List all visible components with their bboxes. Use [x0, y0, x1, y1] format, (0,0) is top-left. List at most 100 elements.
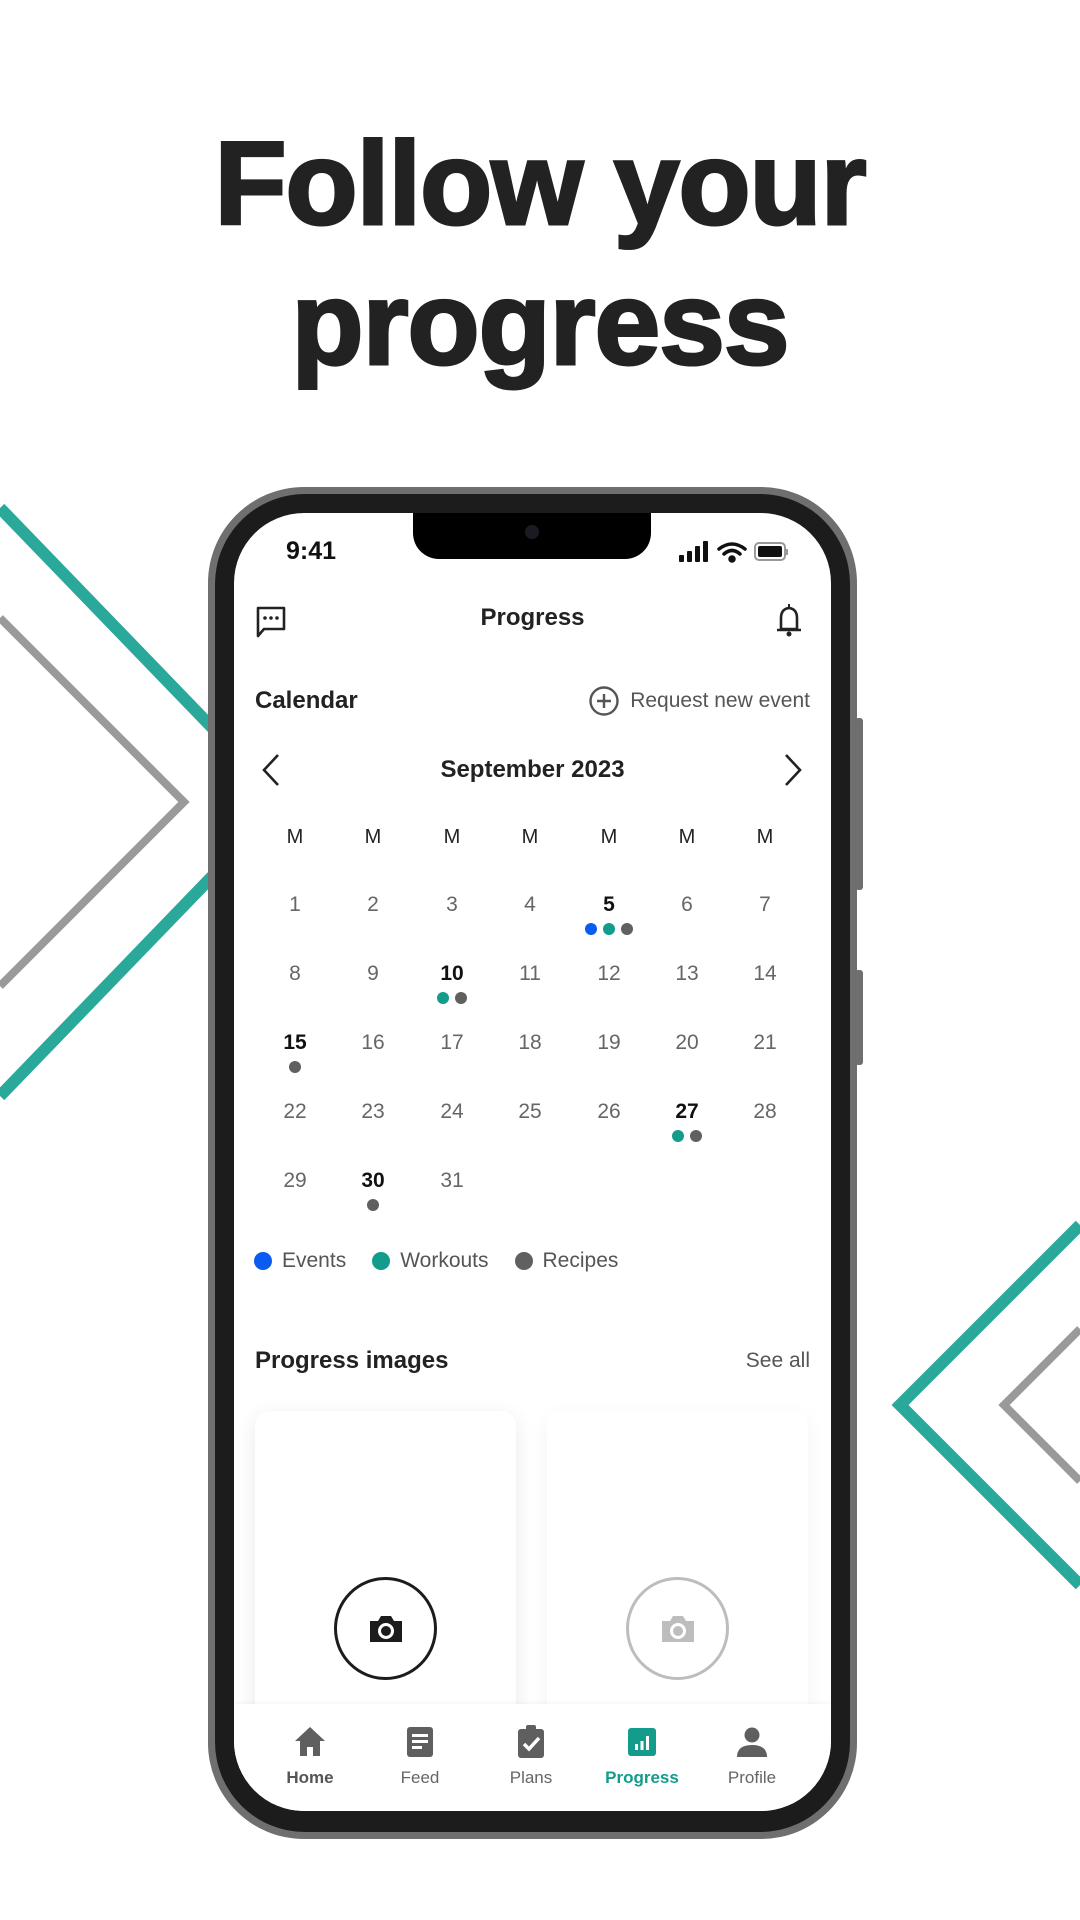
calendar-day[interactable]: 15: [265, 1031, 325, 1055]
headline-line-2: progress: [290, 257, 791, 392]
legend-item-recipes: Recipes: [514, 1249, 619, 1273]
weekday-label: M: [443, 826, 461, 848]
calendar-day[interactable]: 9: [343, 962, 403, 986]
camera-icon: [525, 525, 539, 539]
legend-dot: [254, 1252, 272, 1270]
calendar-day[interactable]: 24: [422, 1100, 482, 1124]
tab-label: Home: [286, 1768, 334, 1787]
calendar-day[interactable]: 14: [735, 962, 795, 986]
legend-dot: [514, 1252, 533, 1270]
clipboard-check-icon: [518, 1725, 544, 1758]
recipes-marker: [289, 1061, 301, 1073]
calendar-day[interactable]: 7: [735, 893, 795, 917]
calendar-day[interactable]: 19: [579, 1031, 639, 1055]
bottom-tab-bar: Home Feed Plans Progress Profile: [234, 1704, 831, 1811]
calendar-day[interactable]: 3: [422, 893, 482, 917]
tab-label: Progress: [605, 1768, 679, 1787]
calendar-day[interactable]: 11: [500, 962, 560, 986]
page-title: Progress: [480, 604, 585, 631]
phone-frame: 9:41 Progress Calendar Request new event…: [208, 487, 857, 1839]
app-screen: 9:41 Progress Calendar Request new event…: [234, 513, 831, 1811]
add-photo-button[interactable]: [334, 1577, 437, 1680]
request-new-event-button[interactable]: Request new event: [588, 685, 810, 717]
calendar-day[interactable]: 16: [343, 1031, 403, 1055]
home-icon: [295, 1727, 325, 1756]
weekday-label: M: [364, 826, 382, 848]
legend-item-events: Events: [254, 1249, 346, 1273]
weekday-label: M: [600, 826, 618, 848]
status-time: 9:41: [286, 537, 337, 565]
battery-icon: [754, 542, 788, 561]
calendar-day[interactable]: 6: [657, 893, 717, 917]
day-markers: [367, 1199, 379, 1211]
legend-label: Recipes: [542, 1249, 619, 1272]
camera-icon: [661, 1615, 694, 1642]
calendar-day[interactable]: 1: [265, 893, 325, 917]
chart-icon: [628, 1728, 656, 1756]
workouts-marker: [437, 992, 449, 1004]
calendar-day[interactable]: 29: [265, 1169, 325, 1193]
recipes-marker: [455, 992, 467, 1004]
calendar-day[interactable]: 31: [422, 1169, 482, 1193]
calendar-day[interactable]: 18: [500, 1031, 560, 1055]
tab-label: Plans: [509, 1768, 553, 1787]
tab-home[interactable]: Home: [260, 1724, 360, 1788]
workouts-marker: [672, 1130, 684, 1142]
request-new-event-label: Request new event: [630, 689, 810, 712]
recipes-marker: [621, 923, 633, 935]
tab-plans[interactable]: Plans: [481, 1724, 581, 1788]
calendar-day[interactable]: 4: [500, 893, 560, 917]
tab-feed[interactable]: Feed: [370, 1724, 470, 1788]
tab-label: Feed: [400, 1768, 440, 1787]
calendar-day[interactable]: 5: [579, 893, 639, 917]
weekday-label: M: [678, 826, 696, 848]
tab-profile[interactable]: Profile: [702, 1724, 802, 1788]
progress-images-title: Progress images: [255, 1347, 449, 1374]
workouts-marker: [603, 923, 615, 935]
calendar-day[interactable]: 12: [579, 962, 639, 986]
calendar-day[interactable]: 2: [343, 893, 403, 917]
events-marker: [585, 923, 597, 935]
calendar-day[interactable]: 17: [422, 1031, 482, 1055]
cellular-signal-icon: [679, 541, 708, 562]
day-markers: [289, 1061, 301, 1073]
status-icons: [679, 541, 788, 563]
legend-item-workouts: Workouts: [372, 1249, 489, 1273]
calendar-title: Calendar: [255, 687, 358, 714]
tab-progress[interactable]: Progress: [592, 1724, 692, 1788]
recipes-marker: [367, 1199, 379, 1211]
calendar-day[interactable]: 30: [343, 1169, 403, 1193]
legend-dot: [372, 1252, 391, 1270]
calendar-day[interactable]: 22: [265, 1100, 325, 1124]
see-all-link[interactable]: See all: [746, 1349, 810, 1373]
weekday-label: M: [756, 826, 774, 848]
feed-icon: [407, 1727, 433, 1757]
weekday-label: M: [521, 826, 539, 848]
wifi-icon: [717, 542, 747, 563]
teal-chevron-right: [891, 1220, 1080, 1590]
recipes-marker: [690, 1130, 702, 1142]
calendar-day[interactable]: 23: [343, 1100, 403, 1124]
calendar-day[interactable]: 28: [735, 1100, 795, 1124]
chevron-right-icon[interactable]: [782, 753, 804, 787]
camera-icon: [369, 1615, 402, 1642]
day-markers: [585, 923, 633, 935]
calendar-day[interactable]: 8: [265, 962, 325, 986]
add-photo-button-disabled: [626, 1577, 729, 1680]
headline-line-1: Follow your: [213, 117, 868, 252]
calendar-day[interactable]: 25: [500, 1100, 560, 1124]
calendar-day[interactable]: 21: [735, 1031, 795, 1055]
calendar-day[interactable]: 20: [657, 1031, 717, 1055]
calendar-day[interactable]: 26: [579, 1100, 639, 1124]
gray-chevron-right: [998, 1326, 1080, 1484]
day-markers: [437, 992, 467, 1004]
day-markers: [672, 1130, 702, 1142]
month-label: September 2023: [440, 756, 625, 783]
legend-label: Workouts: [400, 1249, 489, 1272]
notch: [413, 513, 651, 559]
calendar-day[interactable]: 27: [657, 1100, 717, 1124]
calendar-day[interactable]: 13: [657, 962, 717, 986]
bell-icon[interactable]: [774, 603, 804, 639]
legend-label: Events: [282, 1249, 347, 1272]
calendar-day[interactable]: 10: [422, 962, 482, 986]
